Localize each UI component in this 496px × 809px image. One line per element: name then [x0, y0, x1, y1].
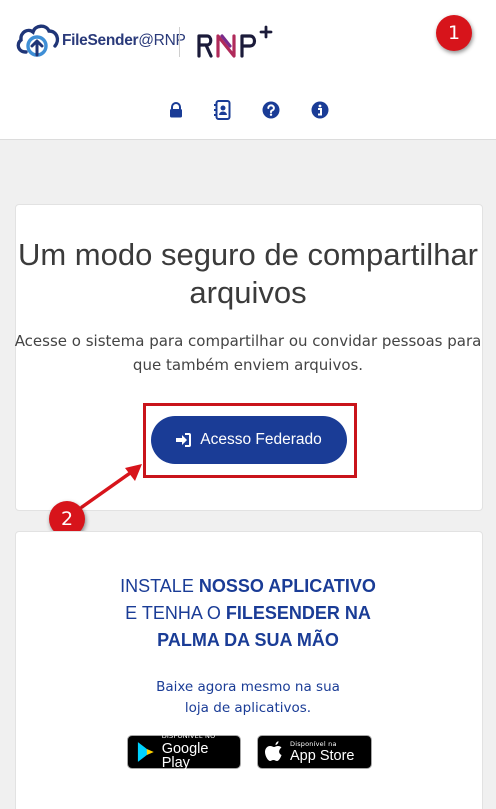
lock-icon[interactable] — [166, 100, 186, 120]
annotation-badge-1: 1 — [436, 15, 472, 51]
question-circle-icon[interactable] — [261, 100, 281, 120]
app-promo-subtitle: Baixe agora mesmo na sua loja de aplicat… — [156, 679, 340, 716]
google-play-badge[interactable]: DISPONÍVEL NO Google Play — [127, 733, 241, 771]
logo-divider — [179, 27, 180, 57]
annotation-arrow — [80, 464, 142, 509]
header-nav — [0, 100, 496, 122]
apple-icon — [265, 741, 282, 761]
info-circle-icon[interactable] — [310, 100, 330, 120]
address-book-icon[interactable] — [213, 100, 233, 120]
hero-subtitle: Acesse o sistema para compartilhar ou co… — [14, 332, 482, 374]
federated-login-button[interactable]: Acesso Federado — [151, 416, 347, 464]
app-store-badge[interactable]: Disponível na App Store — [257, 735, 372, 769]
rnp-logo[interactable] — [196, 22, 286, 62]
sign-in-icon — [176, 433, 192, 447]
site-header: FileSender@RNP — [0, 0, 496, 140]
federated-login-label: Acesso Federado — [200, 431, 322, 448]
filesender-logo[interactable]: FileSender@RNP — [14, 22, 186, 60]
google-play-icon — [137, 742, 154, 762]
hero-title: Um modo seguro de compartilhar arquivos — [17, 237, 479, 310]
cloud-upload-icon — [16, 24, 60, 57]
app-promo-headline: INSTALE NOSSO APLICATIVO E TENHA O FILES… — [120, 576, 376, 650]
logo-text: FileSender@RNP — [62, 32, 186, 49]
